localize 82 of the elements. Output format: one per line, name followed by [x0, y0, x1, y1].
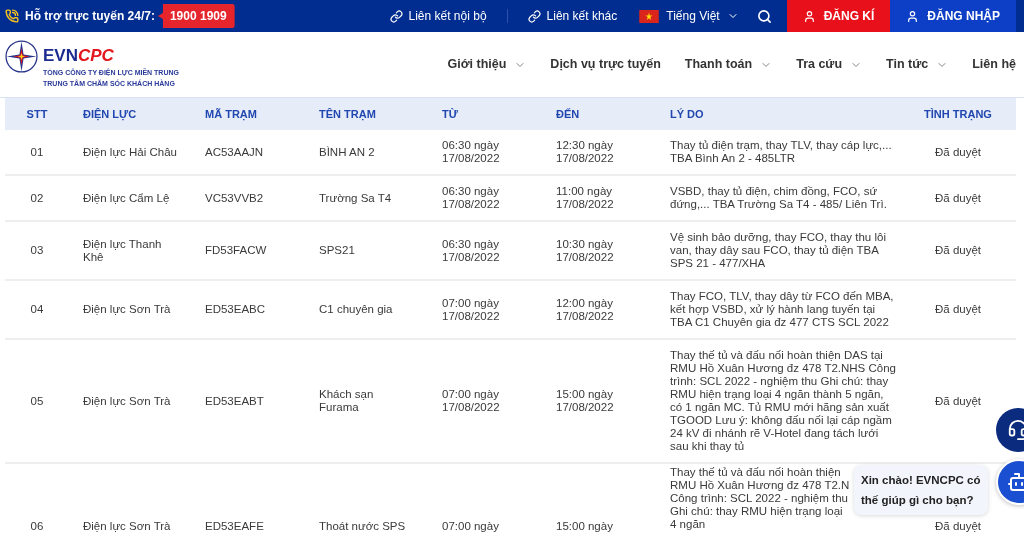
table-cell-text: Thay thế tủ và đấu nối hoàn thiện DAS tại RMU Hồ Xuân Hương đz 478 T2.NHS Công trình: SCL 2022 - nghiệm thu Ghi chú: thay RMU hiện trạng loại 4 ngăn thành 5 ngăn, có 1 ngăn MC. Tủ RMU mới hãng sản xuất TGOOD Lưu ý: không đấu nối lại cáp ngầm 24 kV đi nhánh rẽ V-Hotel đang tách lưới sau khi thay tủ — [669, 348, 897, 454]
table-cell-text: 01 — [30, 144, 44, 160]
column-header: STT — [26, 106, 48, 122]
column-header: MÃ TRẠM — [204, 106, 258, 123]
nav-item[interactable]: Tra cứu — [796, 55, 863, 74]
language-selector[interactable]: Tiếng Việt — [639, 7, 739, 25]
nav-item[interactable]: Tin tức — [886, 55, 949, 74]
table-cell-text: Thay thế tủ và đấu nối hoàn thiện RMU Hồ Xuân Hương đz 478 T2.N Công trình: SCL 2022 - nghiệm thu Ghi chú: thay RMU hiện trạng loại 4 ngăn — [669, 465, 851, 531]
support-label: Hỗ trợ trực tuyến 24/7: — [25, 7, 155, 25]
table-cell-text: Đã duyệt — [935, 144, 981, 160]
table-cell-text: 06:30 ngày 17/08/2022 — [441, 236, 501, 265]
table-cell-text: VSBD, thay tủ điện, chim đồng, FCO, sứ đứng,... TBA Trường Sa T4 - 485/ Liên Trì. — [669, 184, 888, 212]
column-header: ĐIỆN LỰC — [82, 106, 138, 123]
table-cell-text: Thay tủ điện trạm, thay TLV, thay cáp lực,... TBA Bình An 2 - 485LTR — [669, 138, 893, 166]
table-cell-text: Vệ sinh bảo dưỡng, thay FCO, thay thu lôi van, thay dây sau FCO, thay tủ điện TBA SPS 21 - 477/XHA — [669, 230, 887, 271]
phone-icon — [5, 9, 19, 23]
table-cell-text: 06:30 ngày 17/08/2022 — [441, 138, 501, 166]
column-header: ĐẾN — [555, 106, 581, 122]
table-cell-text: Khách sạn Furama — [318, 387, 375, 415]
search-icon — [756, 8, 772, 24]
table-cell-text: 12:00 ngày 17/08/2022 — [555, 295, 615, 324]
top-link[interactable]: Liên kết nội bộ — [389, 7, 487, 25]
table-cell-text: Điện lực Sơn Trà — [82, 393, 172, 409]
table-cell-text: Đã duyệt — [935, 302, 981, 317]
nav-item[interactable]: Thanh toán — [684, 55, 773, 74]
table-cell-text: Đã duyệt — [935, 243, 981, 258]
user-icon — [906, 9, 920, 23]
table-cell-text: 03 — [30, 243, 44, 258]
table-cell-text: C1 chuyên gia — [318, 302, 394, 317]
hotline-badge[interactable]: 1900 1909 — [157, 4, 235, 28]
nav-item[interactable]: Liên hệ — [972, 55, 1016, 74]
table-cell-text: 10:30 ngày 17/08/2022 — [555, 236, 615, 265]
column-header: TÌNH TRẠNG — [924, 106, 992, 123]
headset-icon — [1007, 419, 1024, 441]
table-cell: 06 — [30, 520, 44, 534]
table-cell: Đã duyệt — [935, 520, 981, 534]
nav-item[interactable]: Dịch vụ trực tuyến — [550, 55, 661, 74]
table-cell-text: Thoát nước SPS — [318, 520, 407, 534]
table-cell-text: ED53EABC — [204, 302, 267, 317]
logo-icon — [5, 40, 38, 73]
table-cell-text: Điện lực Sơn Trà — [82, 520, 172, 534]
table-cell-text: Đã duyệt — [935, 190, 981, 206]
table-cell-text: Điện lực Hải Châu — [82, 144, 178, 160]
table-cell-text: 12:30 ngày 17/08/2022 — [555, 138, 615, 166]
search-button[interactable] — [756, 8, 772, 24]
user-icon — [802, 9, 816, 23]
table-cell-text: 07:00 ngày — [441, 520, 500, 534]
chat-greeting: Xin chào! EVNCPC có thế giúp gì cho bạn? — [854, 465, 988, 515]
table-cell-text: Đã duyệt — [935, 393, 981, 409]
link-icon — [389, 9, 403, 23]
register-button[interactable]: ĐĂNG KÍ — [786, 0, 891, 32]
table-cell-text: Điện lực Thanh Khê — [82, 236, 163, 265]
table-cell-text: FD53FACW — [204, 243, 268, 258]
table-cell-text: BÌNH AN 2 — [318, 144, 376, 160]
brand-wordmark: EVNCPC — [43, 47, 115, 64]
table-cell-text: 07:00 ngày 17/08/2022 — [441, 295, 501, 324]
table-cell-text: Điện lực Sơn Trà — [82, 302, 172, 317]
table-cell-text: Điện lực Cẩm Lệ — [82, 190, 171, 206]
flag-icon — [639, 9, 660, 23]
table-cell-text: 04 — [30, 302, 44, 317]
link-icon — [527, 9, 541, 23]
table-cell-text: 05 — [30, 393, 44, 409]
table-cell-text: AC53AAJN — [204, 144, 265, 160]
table-cell-text: 11:00 ngày 17/08/2022 — [555, 184, 615, 212]
robot-icon — [1007, 470, 1024, 494]
table-cell-text: Thay FCO, TLV, thay dây từ FCO đến MBA, kết hợp VSBD, xử lý hành lang tuyến tại TBA C1 Chuyên gia đz 477 CTS SCL 2022 — [669, 289, 895, 330]
table-cell-text: VC53VVB2 — [204, 190, 265, 206]
column-header: TỪ — [441, 106, 459, 122]
top-link[interactable]: Liên kết khác — [527, 7, 618, 25]
table-cell-text: ED53EAFE — [204, 520, 265, 534]
column-header: LÝ DO — [669, 106, 705, 122]
table-cell-text: Trường Sa T4 — [318, 190, 393, 206]
table-cell-text: SPS21 — [318, 243, 356, 258]
table-cell-text: 15:00 ngày 17/08/2022 — [555, 387, 615, 415]
table-cell-text: 07:00 ngày 17/08/2022 — [441, 387, 501, 415]
table-cell-text: 02 — [30, 190, 44, 206]
login-button[interactable]: ĐĂNG NHẬP — [890, 0, 1016, 32]
column-header: TÊN TRẠM — [318, 106, 377, 123]
table-cell-text: ED53EABT — [204, 393, 265, 409]
nav-item[interactable]: Giới thiệu — [447, 55, 527, 74]
table-cell-text: 15:00 ngày — [555, 520, 614, 534]
table-cell-text: 06:30 ngày 17/08/2022 — [441, 184, 501, 212]
